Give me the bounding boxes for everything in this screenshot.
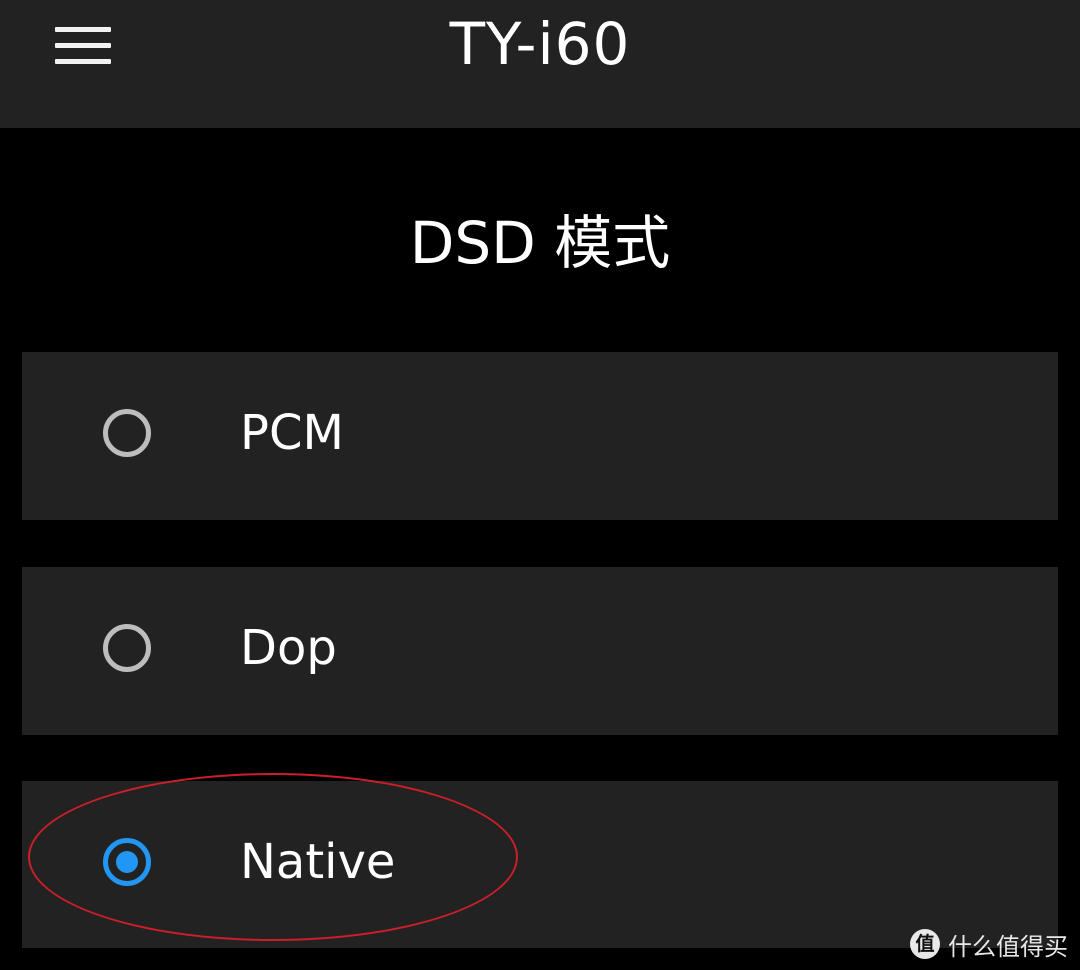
app-title: TY-i60	[449, 10, 631, 78]
option-native[interactable]: Native	[22, 781, 1058, 948]
option-label-native: Native	[240, 834, 396, 890]
watermark-logo-icon: 值	[910, 929, 940, 959]
app-screen: TY-i60 DSD 模式 PCM Dop Native 值 什么值得买	[0, 0, 1080, 970]
top-app-bar: TY-i60	[0, 0, 1080, 128]
option-dop[interactable]: Dop	[22, 567, 1058, 735]
radio-checked-icon[interactable]	[103, 838, 151, 886]
radio-selected-dot	[116, 851, 138, 873]
dsd-mode-title: DSD 模式	[409, 209, 671, 277]
option-pcm[interactable]: PCM	[22, 352, 1058, 520]
option-label-pcm: PCM	[240, 405, 344, 461]
radio-unchecked-icon[interactable]	[103, 409, 151, 457]
watermark: 值 什么值得买	[910, 924, 1068, 964]
radio-unchecked-icon[interactable]	[103, 624, 151, 672]
watermark-text: 什么值得买	[948, 932, 1068, 961]
option-label-dop: Dop	[240, 620, 337, 676]
